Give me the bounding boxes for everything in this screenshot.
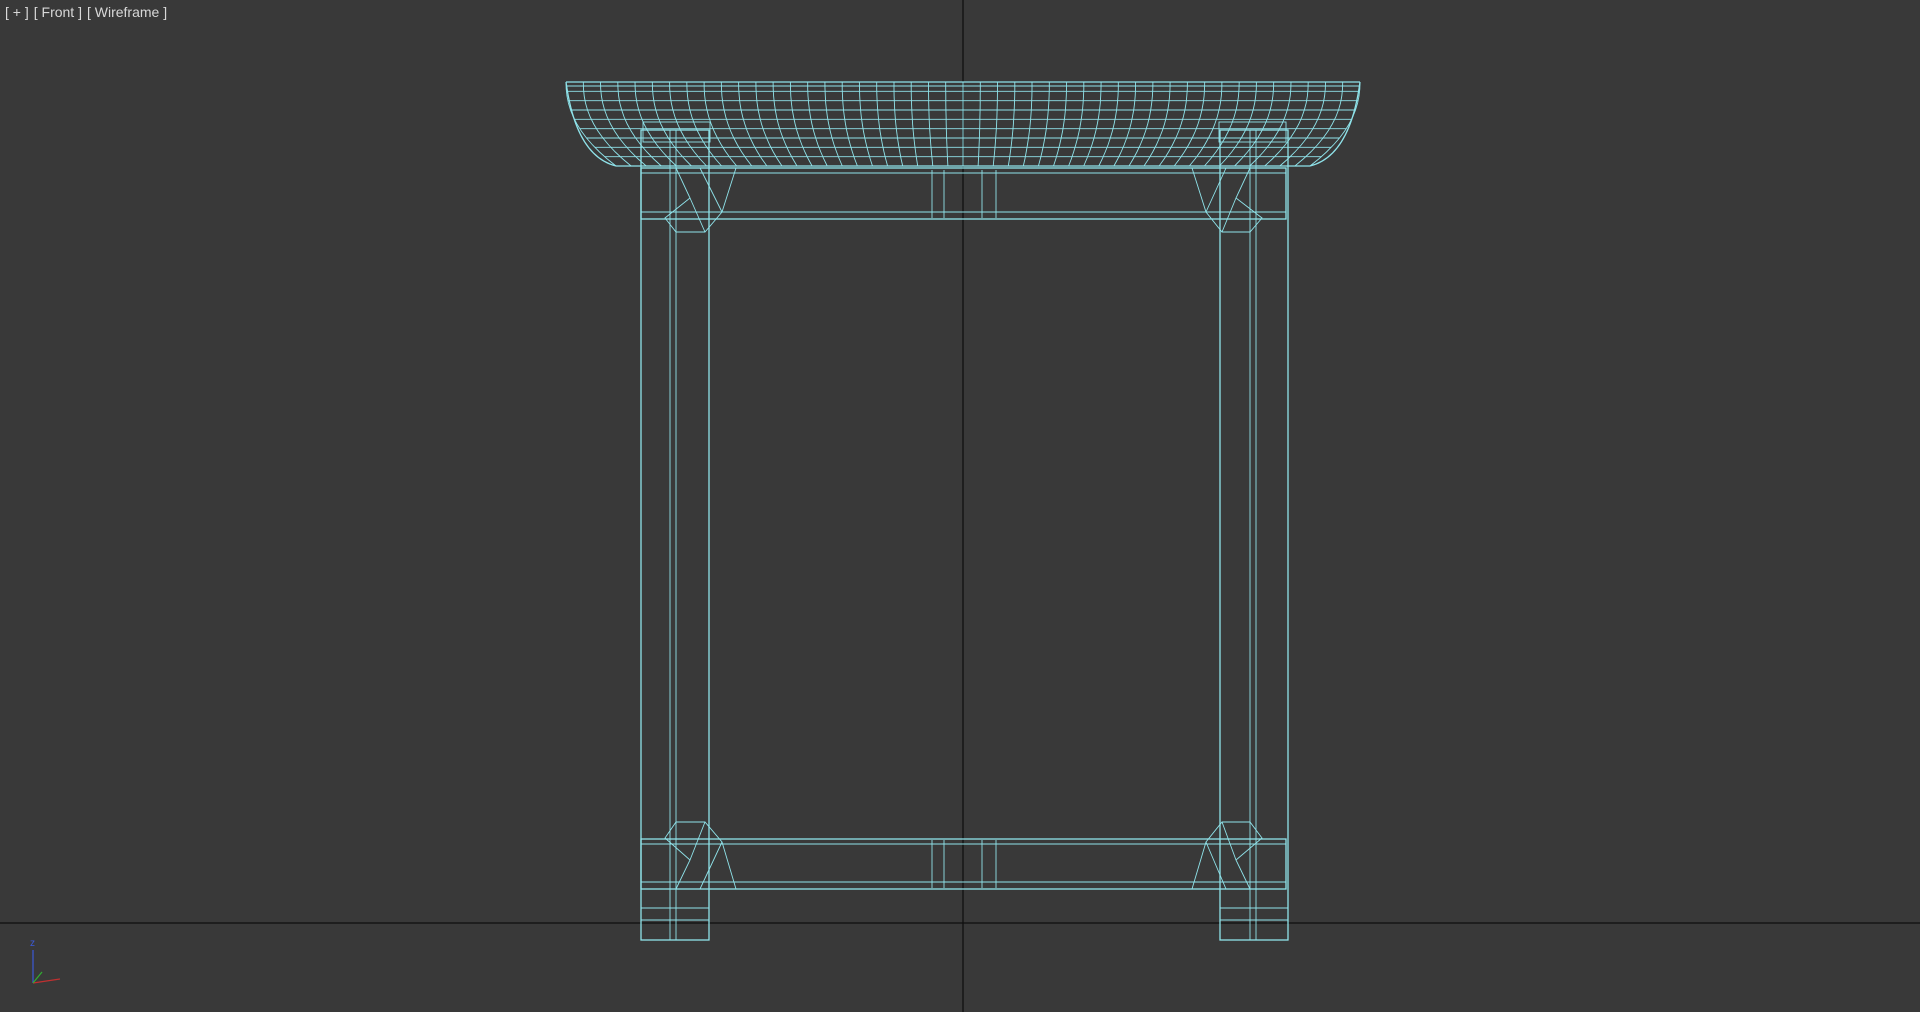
x-axis-line [32,978,61,984]
tabletop-tray [565,81,1361,167]
front-viewport[interactable]: [ + ] [ Front ] [ Wireframe ] z [0,0,1920,1012]
left-leg [640,129,710,941]
viewport-canvas[interactable]: z [0,0,1920,1012]
axis-gizmo: z [30,938,61,984]
right-leg [1219,129,1289,941]
z-axis-label: z [30,938,35,949]
